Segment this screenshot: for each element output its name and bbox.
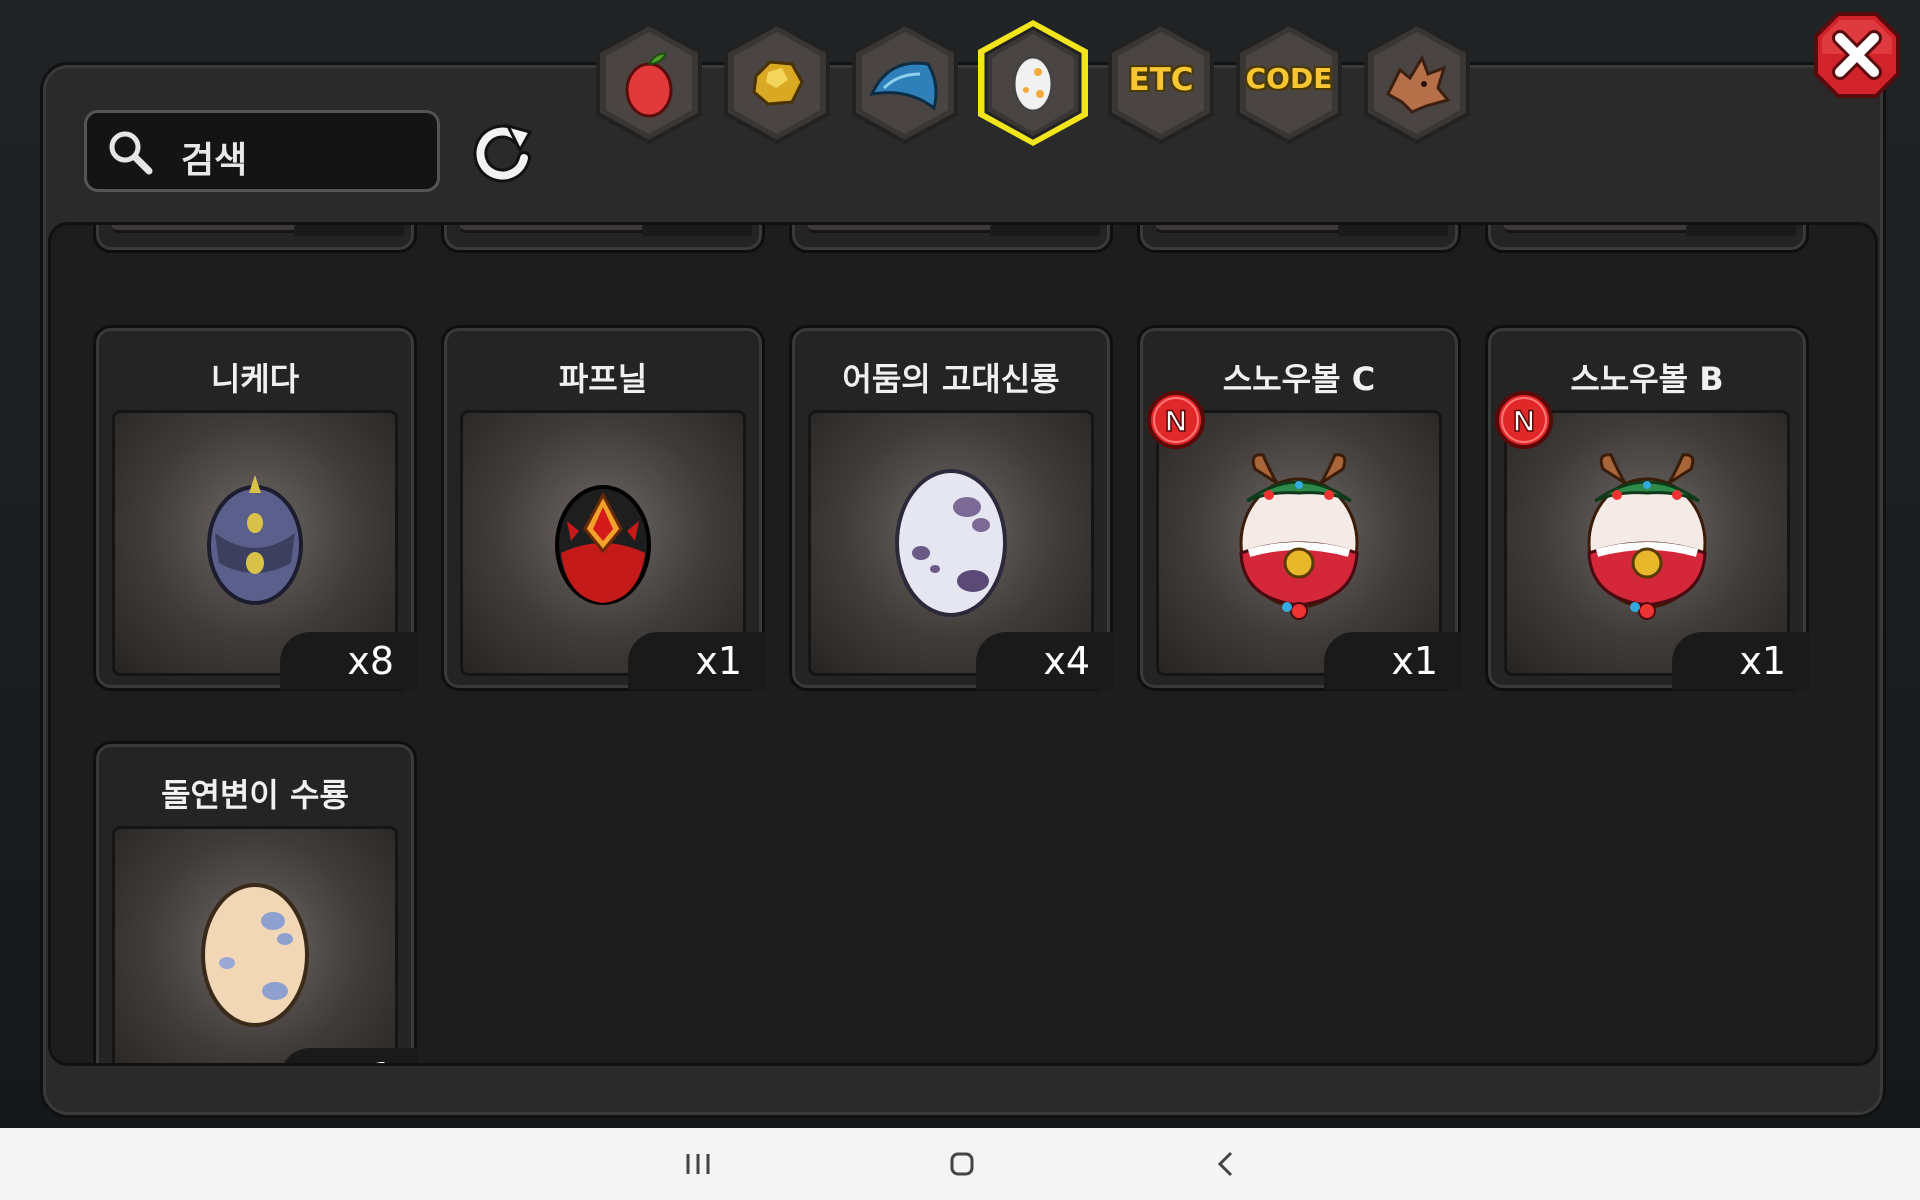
partial-card (789, 225, 1113, 253)
item-card-dark-ancient-dragon[interactable]: 어둠의 고대신룡 x4 (789, 325, 1114, 691)
item-count: x1 (628, 632, 766, 690)
close-icon[interactable] (1812, 10, 1902, 100)
tab-etc[interactable]: ETC (1102, 18, 1220, 148)
item-card-snowball-b[interactable]: 스노우볼 B x1 N (1485, 325, 1810, 691)
item-name: 돌연변이 수룡 (161, 776, 349, 814)
scale-icon (869, 61, 938, 111)
item-name: 어둠의 고대신룡 (842, 360, 1060, 398)
refresh-icon[interactable] (468, 118, 536, 186)
tab-fruit[interactable] (590, 18, 708, 148)
item-count: x8 (280, 632, 418, 690)
dragon-icon (1386, 54, 1451, 114)
new-badge-icon: N (1147, 391, 1205, 449)
beige-egg-icon (201, 883, 309, 1027)
item-count: x1 (280, 1048, 418, 1063)
tab-ore[interactable] (718, 18, 836, 148)
egg-icon (1012, 55, 1054, 113)
item-card-snowball-c[interactable]: 스노우볼 C x1 N (1137, 325, 1462, 691)
new-badge-icon: N (1495, 391, 1553, 449)
partial-card (441, 225, 765, 253)
android-nav-bar (0, 1128, 1920, 1200)
partial-card (1485, 225, 1809, 253)
tab-code[interactable]: CODE (1230, 18, 1348, 148)
recent-apps-icon[interactable] (676, 1142, 720, 1186)
item-card-mutant-water-dragon[interactable]: 돌연변이 수룡 x1 (93, 741, 418, 1063)
item-count: x1 (1672, 632, 1810, 690)
partial-card (93, 225, 417, 253)
item-count: x4 (976, 632, 1114, 690)
tab-egg[interactable] (974, 18, 1092, 148)
tab-dragon[interactable] (1358, 18, 1476, 148)
ore-icon (752, 60, 804, 106)
item-name: 니케다 (210, 360, 300, 398)
svg-text:N: N (1513, 405, 1535, 438)
item-name: 파프닐 (558, 360, 648, 398)
item-grid: 니케다 x8 파프닐 x1 어둠의 고대신룡 x4 스노우볼 C x1 N 스노… (48, 222, 1878, 1066)
home-icon[interactable] (940, 1142, 984, 1186)
item-image (112, 826, 398, 1063)
tab-scale[interactable] (846, 18, 964, 148)
tab-etc-label: ETC (1128, 62, 1194, 98)
fruit-icon (625, 52, 673, 118)
svg-text:N: N (1165, 405, 1187, 438)
item-card-nikeda[interactable]: 니케다 x8 (93, 325, 418, 691)
tab-code-label: CODE (1245, 62, 1333, 95)
search-placeholder: 검색 (181, 140, 248, 181)
item-count: x1 (1324, 632, 1462, 690)
back-icon[interactable] (1204, 1142, 1248, 1186)
search-icon (109, 131, 153, 175)
search-input[interactable]: 검색 (84, 110, 440, 192)
partial-card (1137, 225, 1461, 253)
item-card-fafnir[interactable]: 파프닐 x1 (441, 325, 766, 691)
